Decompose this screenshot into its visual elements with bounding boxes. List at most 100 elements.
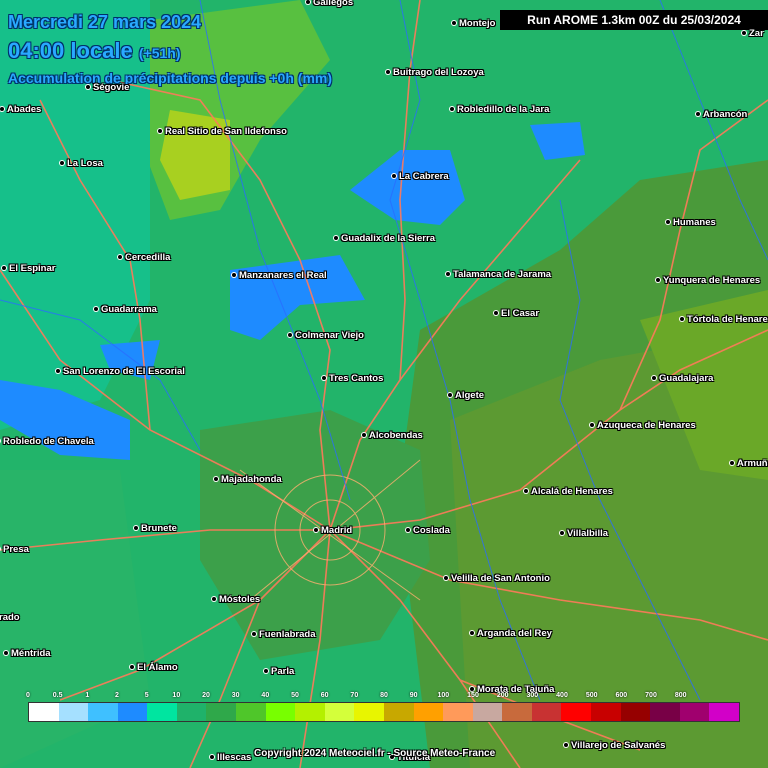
legend-swatch <box>413 703 444 721</box>
legend-tick-label: 50 <box>291 692 299 699</box>
precipitation-map <box>0 0 768 768</box>
city-label: Villarejo de Salvanés <box>564 740 665 751</box>
city-label: Móstoles <box>212 594 260 605</box>
city-label: Fuenlabrada <box>252 629 316 640</box>
legend-swatch <box>265 703 296 721</box>
legend-swatch <box>650 703 680 721</box>
legend-tick-label: 70 <box>350 692 359 699</box>
city-label: El Espinar <box>2 263 55 274</box>
city-label: La Losa <box>60 158 103 169</box>
legend-swatch <box>709 703 739 721</box>
legend-swatch <box>147 703 177 721</box>
legend-swatch <box>383 703 414 721</box>
legend-swatch <box>620 703 651 721</box>
legend-tick-label: 200 <box>496 692 509 699</box>
city-label: Velilla de San Antonio <box>444 573 550 584</box>
city-label: Robledillo de la Jara <box>450 104 549 115</box>
run-info: Run AROME 1.3km 00Z du 25/03/2024 <box>500 10 768 30</box>
legend-swatch <box>354 703 384 721</box>
city-label: Humanes <box>666 217 716 228</box>
city-label: Buitrago del Lozoya <box>386 67 484 78</box>
city-label: Abades <box>0 104 41 115</box>
city-label: El Casar <box>494 308 539 319</box>
legend-swatch <box>472 703 503 721</box>
legend-tick-label: 400 <box>556 692 568 699</box>
legend-tick-label: 30 <box>231 692 240 699</box>
city-label: Presa <box>0 544 29 555</box>
city-label: Tórtola de Henares <box>680 314 768 325</box>
city-label: Zar <box>742 28 764 39</box>
legend-tick-label: 20 <box>202 692 210 699</box>
city-label: Robledo de Chavela <box>0 436 94 447</box>
legend-tick-label: 0 <box>26 692 30 699</box>
legend-tick-label: 300 <box>526 692 539 699</box>
legend-swatch <box>29 703 59 721</box>
city-label: Arganda del Rey <box>470 628 552 639</box>
legend-tick-label: 5 <box>144 692 149 699</box>
legend-swatch <box>236 703 266 721</box>
legend-swatch <box>561 703 591 721</box>
city-label: Gallegos <box>306 0 353 8</box>
legend-swatch <box>117 703 148 721</box>
forecast-time-label: 04:00 locale <box>8 38 133 63</box>
city-label: Montejo <box>452 18 495 29</box>
city-label: Ségovie <box>86 82 129 93</box>
legend-ticks: 0 0.5 1 2 5 10 20 30 40 50 60 70 80 90 100 150 200 300 400… <box>26 692 740 702</box>
legend-tick-label: 500 <box>585 692 598 699</box>
color-legend: 0 0.5 1 2 5 10 20 30 40 50 60 70 80 90 100 150 200 300 400… <box>26 692 740 722</box>
legend-tick-label: 1 <box>85 692 90 699</box>
legend-tick-label: 80 <box>380 692 388 699</box>
city-label: La Cabrera <box>392 171 449 182</box>
legend-swatch <box>324 703 355 721</box>
city-label: Madrid <box>314 525 352 536</box>
legend-tick-label: 800 <box>674 692 687 699</box>
legend-swatch <box>590 703 621 721</box>
legend-tick-label: 60 <box>320 692 329 699</box>
city-label: Algete <box>448 390 484 401</box>
city-label: San Lorenzo de El Escorial <box>56 366 185 377</box>
legend-bar <box>28 702 740 722</box>
city-label: El Álamo <box>130 662 178 673</box>
city-label: Guadarrama <box>94 304 157 315</box>
city-label: Colmenar Viejo <box>288 330 364 341</box>
city-label: Majadahonda <box>214 474 282 485</box>
forecast-time: 04:00 locale (+51h) <box>8 38 181 64</box>
legend-tick-label: 10 <box>172 692 181 699</box>
city-label: Brunete <box>134 523 177 534</box>
legend-swatch <box>176 703 207 721</box>
legend-swatch <box>88 703 118 721</box>
forecast-offset: (+51h) <box>138 45 181 61</box>
legend-swatch <box>206 703 237 721</box>
legend-tick-label: 90 <box>409 692 418 699</box>
legend-tick-label: 0.5 <box>52 692 63 699</box>
forecast-date: Mercredi 27 mars 2024 <box>8 12 202 32</box>
city-label: Cercedilla <box>118 252 170 263</box>
legend-tick-label: 150 <box>467 692 479 699</box>
city-label: Tres Cantos <box>322 373 383 384</box>
city-label: Real Sitio de San Ildefonso <box>158 126 287 137</box>
city-label: Parla <box>264 666 294 677</box>
city-label: Guadalajara <box>652 373 713 384</box>
legend-swatch <box>295 703 325 721</box>
legend-tick-label: 40 <box>261 692 270 699</box>
city-label: Alcalá de Henares <box>524 486 613 497</box>
legend-swatch <box>502 703 532 721</box>
city-label: Yunquera de Henares <box>656 275 760 286</box>
legend-tick-label: 100 <box>437 692 450 699</box>
city-label: Méntrida <box>4 648 51 659</box>
city-label: Arbancón <box>696 109 747 120</box>
legend-tick-label: 700 <box>645 692 657 699</box>
city-label: Azuqueca de Henares <box>590 420 696 431</box>
legend-swatch <box>679 703 710 721</box>
city-label: Coslada <box>406 525 450 536</box>
copyright: Copyright 2024 Meteociel.fr - Source Met… <box>254 748 496 759</box>
legend-tick-label: 2 <box>115 692 119 699</box>
city-label: Villalbilla <box>560 528 608 539</box>
city-label: Illescas <box>210 752 251 763</box>
city-label: Alcobendas <box>362 430 423 441</box>
legend-tick-label: 600 <box>615 692 628 699</box>
city-label: rado <box>0 612 20 623</box>
city-label: Talamanca de Jarama <box>446 269 551 280</box>
legend-swatch <box>58 703 89 721</box>
city-label: Manzanares el Real <box>232 270 327 281</box>
